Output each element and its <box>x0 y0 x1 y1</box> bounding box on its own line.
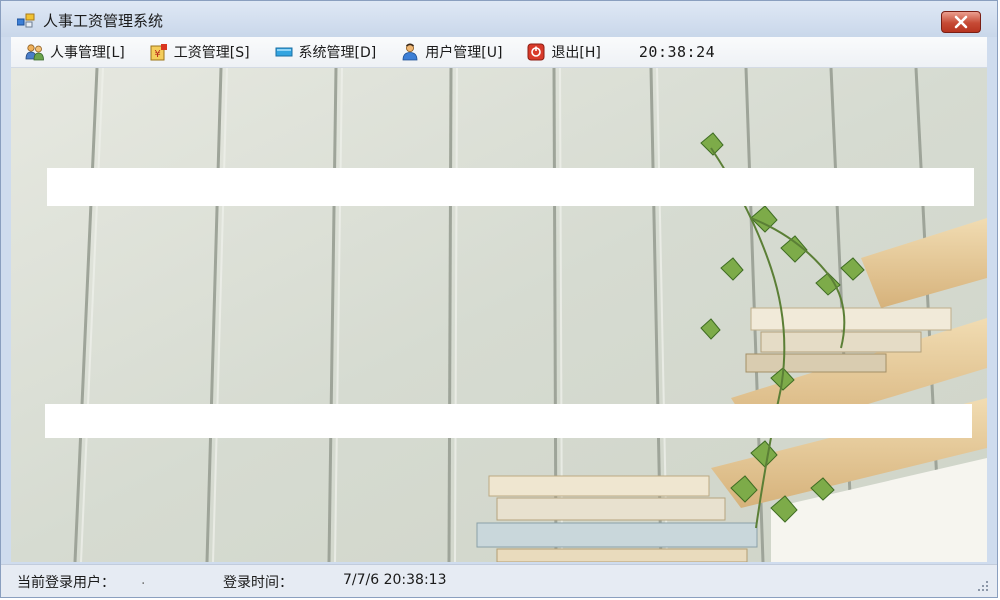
app-window: 人事工资管理系统 人事管理[L] ¥ 工资管理[S] 系统管理[D] 用户管理[… <box>0 0 998 598</box>
user-icon <box>400 43 420 61</box>
salary-icon: ¥ <box>149 43 169 61</box>
main-background <box>11 68 987 562</box>
menu-users-label: 用户管理[U] <box>425 45 503 61</box>
title-bar[interactable]: 人事工资管理系统 <box>1 1 997 37</box>
login-time-label: 登录时间： <box>223 575 293 591</box>
current-user-value: . <box>141 572 146 588</box>
app-icon <box>17 13 35 28</box>
status-bar: 当前登录用户： . 登录时间： 7/7/6 20:38:13 <box>1 564 997 597</box>
menu-exit-label: 退出[H] <box>551 45 601 61</box>
menu-personnel-label: 人事管理[L] <box>50 45 125 61</box>
bottom-white-band <box>45 404 972 438</box>
menu-salary-label: 工资管理[S] <box>173 45 250 61</box>
menu-users[interactable]: 用户管理[U] <box>392 39 510 65</box>
resize-grip-icon[interactable] <box>977 580 989 592</box>
menu-system[interactable]: 系统管理[D] <box>266 39 385 65</box>
menu-exit[interactable]: 退出[H] <box>518 39 608 65</box>
exit-icon <box>526 43 546 61</box>
system-icon <box>274 43 294 61</box>
menu-salary[interactable]: ¥ 工资管理[S] <box>141 39 258 65</box>
menu-system-label: 系统管理[D] <box>298 45 377 61</box>
window-title: 人事工资管理系统 <box>43 12 164 30</box>
people-icon <box>25 43 45 61</box>
menu-clock: 20:38:24 <box>638 43 716 61</box>
close-icon <box>954 15 968 29</box>
current-user-label: 当前登录用户： <box>17 575 115 591</box>
top-white-band <box>47 168 974 206</box>
menu-personnel[interactable]: 人事管理[L] <box>17 39 133 65</box>
login-time-value: 7/7/6 20:38:13 <box>343 572 447 588</box>
background-picture <box>11 68 987 562</box>
svg-text:¥: ¥ <box>154 49 160 60</box>
menu-bar: 人事管理[L] ¥ 工资管理[S] 系统管理[D] 用户管理[U] 退出[H] … <box>11 37 987 68</box>
close-button[interactable] <box>941 11 981 33</box>
